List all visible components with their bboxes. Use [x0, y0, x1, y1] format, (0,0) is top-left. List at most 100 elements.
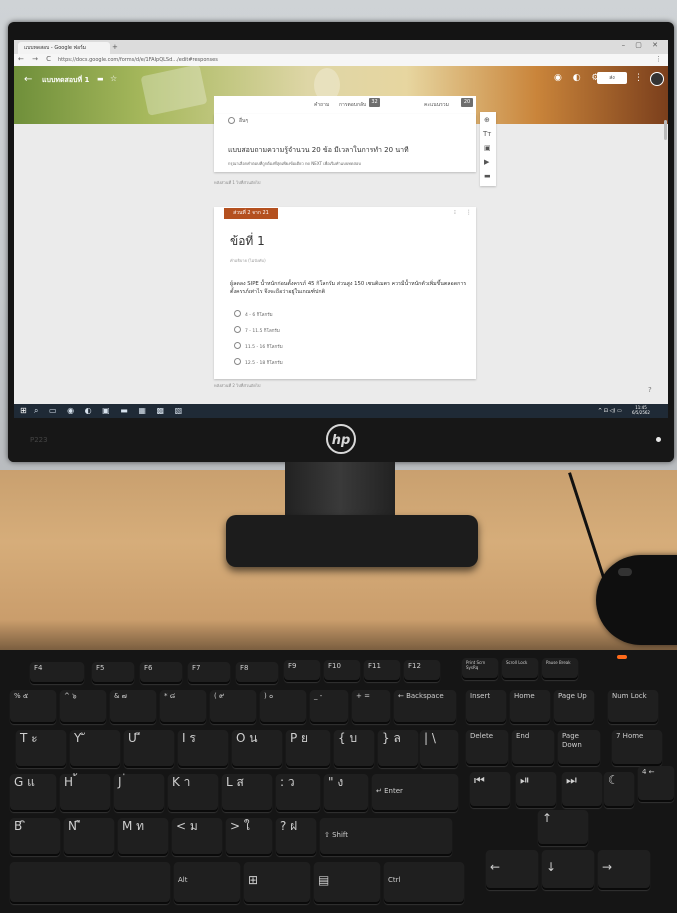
key-7[interactable]: & ๗: [110, 690, 156, 724]
key-menu[interactable]: ▤: [314, 862, 380, 904]
add-video-icon[interactable]: ▶: [484, 158, 489, 166]
more-options-icon[interactable]: ⋮: [634, 73, 643, 83]
key-f8[interactable]: F8: [236, 662, 278, 684]
mouse-wheel[interactable]: [618, 568, 632, 576]
key-num-lock[interactable]: Num Lock: [608, 690, 658, 724]
key-i[interactable]: I ร: [178, 730, 228, 768]
key-delete[interactable]: Delete: [466, 730, 508, 766]
taskbar-apps-icon[interactable]: ⌕ ▭ ◉ ◐ ▣ ▬ ▦ ▩ ▧: [34, 406, 186, 416]
scrollbar[interactable]: [664, 120, 667, 140]
key-f4[interactable]: F4: [30, 662, 84, 684]
help-icon[interactable]: ?: [648, 386, 652, 394]
power-indicator-icon[interactable]: [656, 437, 661, 442]
key-j[interactable]: J ่: [114, 774, 164, 812]
key-m[interactable]: M ท: [118, 818, 168, 856]
send-button[interactable]: ส่ง: [597, 72, 627, 84]
key-8[interactable]: * ๘: [160, 690, 206, 724]
back-arrow-icon[interactable]: ←: [24, 74, 32, 85]
tab-questions[interactable]: คำถาม: [314, 101, 329, 109]
form-title[interactable]: แบบทดสอบที่ 1: [42, 75, 89, 86]
key-h[interactable]: H ้: [60, 774, 110, 812]
section-options-icon[interactable]: ⁝ ⋮: [454, 209, 476, 216]
key-quote[interactable]: " ง: [324, 774, 368, 812]
add-question-icon[interactable]: ⊕: [484, 116, 490, 124]
option-label[interactable]: 4 - 6 กิโลกรัม: [245, 311, 273, 318]
browser-tab[interactable]: แบบทดสอบ - Google ฟอร์ม: [18, 42, 110, 54]
radio-button[interactable]: [234, 358, 241, 365]
key-bracket-right[interactable]: } ล: [378, 730, 418, 768]
radio-button[interactable]: [234, 342, 241, 349]
key-num-4[interactable]: 4 ←: [638, 766, 674, 802]
system-tray-icon[interactable]: ^ ⊡ ◁) ▭: [598, 408, 622, 414]
key-5[interactable]: % ๕: [10, 690, 56, 724]
key-f7[interactable]: F7: [188, 662, 230, 684]
star-icon[interactable]: ☆: [110, 74, 117, 83]
key-backspace[interactable]: ← Backspace: [394, 690, 456, 724]
add-title-icon[interactable]: Tт: [483, 130, 491, 138]
key-backslash[interactable]: | \: [420, 730, 458, 768]
key-media-play[interactable]: ⏯: [516, 772, 556, 808]
key-spacebar[interactable]: [10, 862, 170, 904]
key-page-up[interactable]: Page Up: [554, 690, 594, 724]
intro-heading[interactable]: แบบสอบถามความรู้จำนวน 20 ข้อ มีเวลาในการ…: [228, 145, 409, 156]
key-y[interactable]: Y ั: [70, 730, 120, 768]
key-0[interactable]: ) ๐: [260, 690, 306, 724]
key-arrow-right[interactable]: →: [598, 850, 650, 890]
section-navigation-label[interactable]: หลังส่วนที่ 1 ไปที่ส่วนถัดไป: [214, 179, 260, 186]
key-enter[interactable]: ↵ Enter: [372, 774, 458, 812]
add-section-icon[interactable]: ▬: [484, 172, 491, 180]
key-insert[interactable]: Insert: [466, 690, 506, 724]
folder-icon[interactable]: ▬: [97, 75, 104, 83]
window-controls[interactable]: – ▢ ✕: [622, 41, 662, 49]
tab-responses[interactable]: การตอบกลับ: [339, 101, 366, 109]
key-windows[interactable]: ⊞: [244, 862, 310, 904]
radio-button[interactable]: [234, 326, 241, 333]
key-arrow-left[interactable]: ←: [486, 850, 538, 890]
key-p[interactable]: P ย: [286, 730, 330, 768]
avatar[interactable]: [650, 72, 664, 86]
key-k[interactable]: K า: [168, 774, 218, 812]
key-o[interactable]: O น: [232, 730, 282, 768]
section-title[interactable]: ข้อที่ 1: [230, 232, 265, 251]
start-menu-icon[interactable]: ⊞: [20, 406, 27, 415]
key-pause[interactable]: Pause Break: [542, 658, 578, 680]
new-tab-button[interactable]: +: [112, 43, 118, 51]
key-n[interactable]: N ื: [64, 818, 114, 856]
key-comma[interactable]: < ม: [172, 818, 222, 856]
key-media-prev[interactable]: ⏮: [470, 772, 510, 808]
key-minus[interactable]: _ -: [310, 690, 348, 724]
key-f10[interactable]: F10: [324, 660, 360, 682]
key-semicolon[interactable]: : ว: [276, 774, 320, 812]
intro-description[interactable]: กรุณาเลือกคำตอบที่ถูกต้องที่สุดเพียงข้อเ…: [228, 160, 361, 167]
radio-button[interactable]: [228, 117, 235, 124]
key-6[interactable]: ^ ๖: [60, 690, 106, 724]
key-media-next[interactable]: ⏭: [562, 772, 602, 808]
key-f9[interactable]: F9: [284, 660, 320, 682]
question-text[interactable]: ผู้ลดลง SIPE น้ำหนักก่อนตั้งครรภ์ 45 กิโ…: [230, 280, 470, 296]
key-equals[interactable]: + =: [352, 690, 390, 724]
key-alt[interactable]: Alt: [174, 862, 240, 904]
key-l[interactable]: L ส: [222, 774, 272, 812]
browser-menu-icon[interactable]: ⋮: [655, 55, 662, 63]
key-f6[interactable]: F6: [140, 662, 182, 684]
key-arrow-up[interactable]: ↑: [538, 810, 588, 846]
option-label[interactable]: 12.5 - 18 กิโลกรัม: [245, 359, 283, 366]
key-end[interactable]: End: [512, 730, 554, 766]
key-period[interactable]: > ใ: [226, 818, 272, 856]
key-slash[interactable]: ? ฝ: [276, 818, 316, 856]
key-u[interactable]: U ี: [124, 730, 174, 768]
key-page-down[interactable]: Page Down: [558, 730, 600, 766]
radio-button[interactable]: [234, 310, 241, 317]
add-image-icon[interactable]: ▣: [484, 144, 491, 152]
key-g[interactable]: G แ: [10, 774, 56, 812]
key-home[interactable]: Home: [510, 690, 550, 724]
key-sleep[interactable]: ☾: [604, 772, 634, 808]
section-navigation-label[interactable]: หลังส่วนที่ 2 ไปที่ส่วนถัดไป: [214, 382, 260, 389]
key-arrow-down[interactable]: ↓: [542, 850, 594, 890]
key-b[interactable]: B ิ: [10, 818, 60, 856]
url-input[interactable]: https://docs.google.com/forms/d/e/1FAIpQ…: [58, 56, 338, 65]
key-f5[interactable]: F5: [92, 662, 134, 684]
key-scroll-lock[interactable]: Scroll Lock: [502, 658, 538, 680]
key-bracket-left[interactable]: { บ: [334, 730, 374, 768]
computer-mouse[interactable]: [596, 555, 677, 645]
